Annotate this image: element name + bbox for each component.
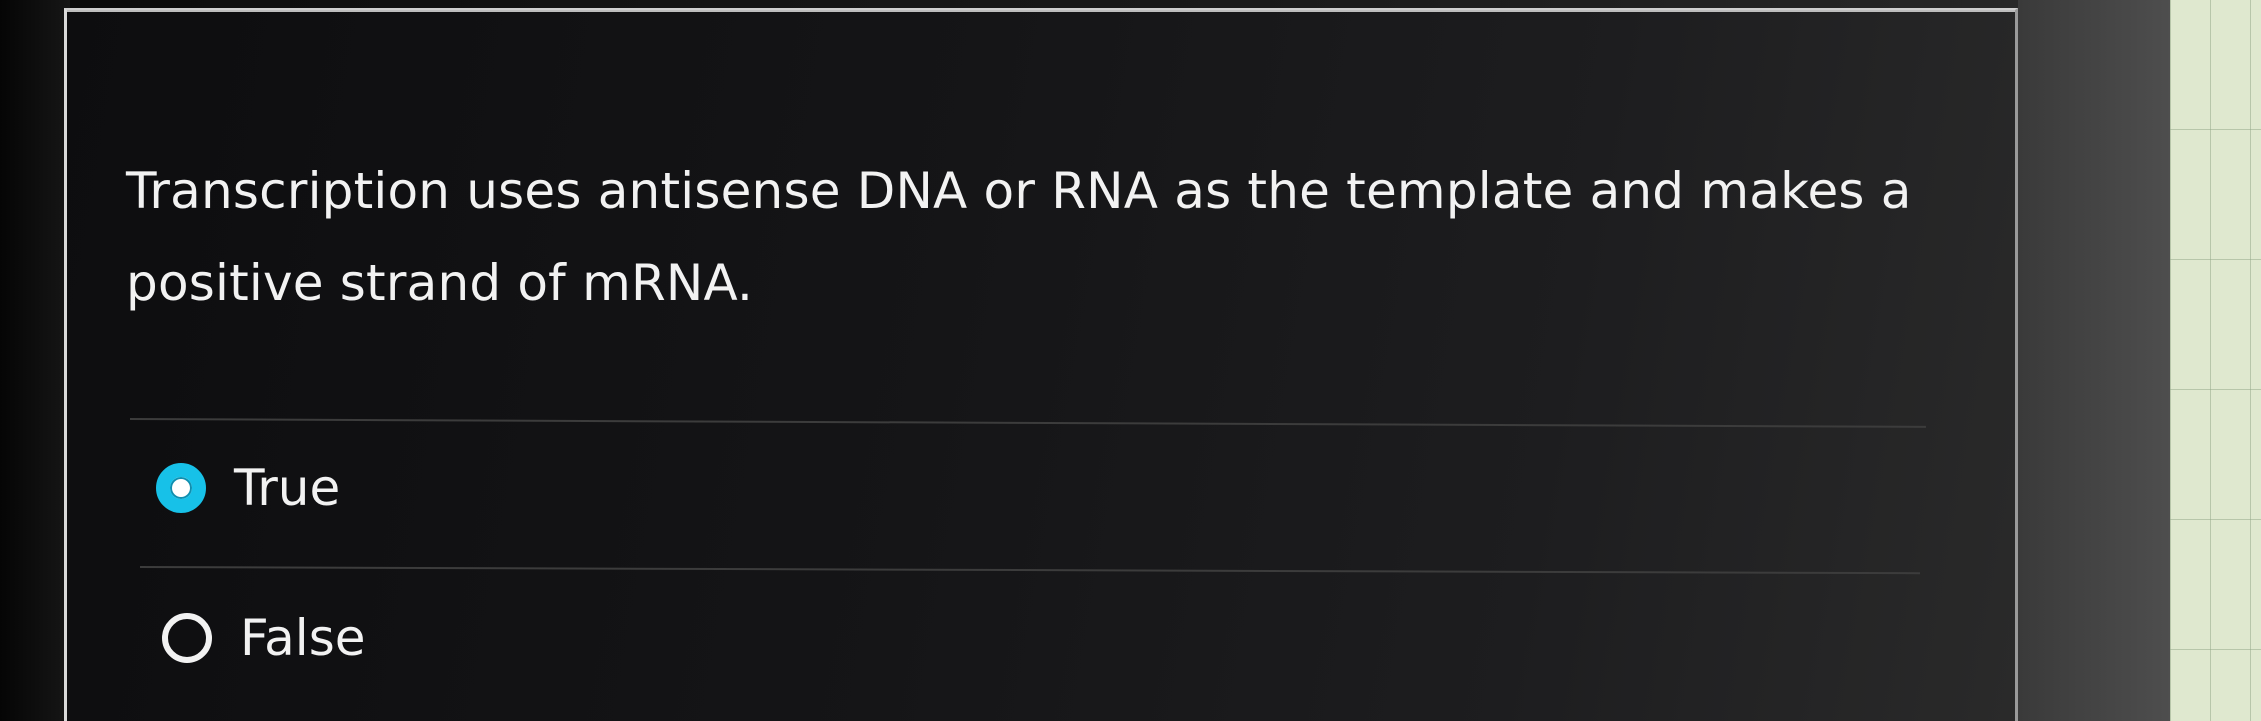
option-true-label: True — [234, 459, 341, 517]
monitor-frame-right — [2018, 0, 2188, 721]
photo-scene: Transcription uses antisense DNA or RNA … — [0, 0, 2261, 721]
option-false[interactable]: False — [162, 608, 366, 668]
panel-top-border — [67, 10, 2015, 12]
radio-unchecked-icon[interactable] — [162, 613, 212, 663]
background-grid-paper — [2170, 0, 2261, 721]
option-true[interactable]: True — [156, 458, 340, 518]
monitor-bezel — [0, 0, 70, 721]
radio-checked-icon[interactable] — [156, 463, 206, 513]
question-text: Transcription uses antisense DNA or RNA … — [126, 162, 1912, 312]
option-false-label: False — [240, 609, 366, 667]
